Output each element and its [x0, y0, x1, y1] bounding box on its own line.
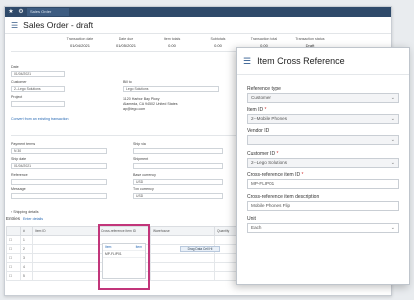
cross-reference-item-id-label: Cross-reference item ID * — [247, 172, 304, 178]
cross-reference-description-label: Cross-reference item description — [247, 194, 320, 200]
message-label: Message — [11, 187, 26, 191]
base-currency-field[interactable]: USD — [133, 179, 223, 185]
row-checkbox[interactable]: ☐ — [6, 253, 21, 263]
cross-reference-description-input[interactable]: Mobile Phones Flip — [247, 201, 399, 211]
vendor-id-select[interactable]: ⌄ — [247, 135, 399, 145]
column-header: # — [20, 226, 33, 236]
reference-field[interactable] — [11, 179, 107, 185]
item-id-select[interactable]: 2--Mobile Phones ⌄ — [247, 114, 399, 124]
customer-field[interactable]: 2--Lego Solutions — [11, 86, 65, 92]
payment-terms-label: Payment terms — [11, 142, 36, 146]
chevron-down-icon: ⌄ — [390, 160, 395, 166]
item-id-label: Item ID * — [247, 107, 267, 113]
page-header: ☰ Sales Order - draft — [5, 17, 391, 34]
chevron-down-icon: ⌄ — [390, 95, 395, 101]
ship-date-field[interactable]: 01/04/2021 — [11, 163, 107, 169]
reference-label: Reference — [11, 173, 28, 177]
ship-via-field[interactable] — [133, 148, 223, 154]
dialog-title: Item Cross Reference — [257, 56, 345, 66]
txn-currency-label: Txn currency — [133, 187, 154, 191]
shipping-details-label: Shipping details — [13, 210, 39, 214]
cross-reference-dropdown[interactable]: Item Item MP-FLIP01 — [102, 243, 146, 279]
vendor-id-label: Vendor ID — [247, 128, 270, 134]
unit-select[interactable]: Each ⌄ — [247, 223, 399, 233]
shipment-field[interactable] — [133, 163, 223, 169]
chevron-down-icon: ⌄ — [390, 116, 395, 122]
customer-id-select[interactable]: 2--Lego Solutions ⌄ — [247, 158, 399, 168]
chevron-down-icon: ⌄ — [390, 137, 395, 143]
txn-currency-field[interactable]: USD — [133, 193, 223, 199]
message-field[interactable] — [11, 193, 107, 199]
divider — [11, 135, 241, 136]
row-checkbox[interactable]: ☐ — [6, 271, 21, 281]
bill-to-field[interactable]: Lego Solutions — [123, 86, 219, 92]
row-checkbox[interactable]: ☐ — [6, 262, 21, 272]
dropdown-header: Item Item — [103, 244, 145, 251]
gear-icon[interactable]: ⚙ — [17, 8, 25, 16]
chevron-down-icon: ⌄ — [390, 225, 395, 231]
enter-details-link[interactable]: Enter details — [23, 217, 43, 221]
column-header[interactable]: Item ID — [32, 226, 99, 236]
row-checkbox[interactable]: ☐ — [6, 235, 21, 245]
convert-link[interactable]: Convert from an existing transaction — [11, 117, 69, 121]
column-header — [6, 226, 21, 236]
ship-via-label: Ship via — [133, 142, 146, 146]
date-label: Date — [11, 65, 19, 69]
stat-transaction-date: Transaction date 01/04/2021 — [66, 37, 94, 48]
page-title: Sales Order - draft — [23, 20, 94, 30]
cross-reference-item-id-input[interactable]: MP-FLIP01 — [247, 179, 399, 189]
base-currency-label: Base currency — [133, 173, 156, 177]
entries-title: Entries — [6, 216, 21, 221]
menu-icon[interactable]: ☰ — [11, 21, 18, 30]
row-checkbox[interactable]: ☐ — [6, 244, 21, 254]
screenshot: ★ ⚙ Sales Order ☰ Sales Order - draft Tr… — [0, 0, 414, 300]
shipment-label: Shipment — [133, 157, 149, 161]
dropdown-option[interactable]: MP-FLIP01 — [103, 251, 145, 258]
stat-subtotals: Subtotals 0.00 — [210, 37, 226, 48]
column-header[interactable]: Warehouse — [150, 226, 215, 236]
bill-to-address: 1120 Harbor Bay Pkwy Alameda, CA 94502 U… — [123, 97, 178, 111]
customer-label: Customer — [11, 80, 27, 84]
stat-item-totals: Item totals 0.00 — [163, 37, 181, 48]
customer-id-label: Customer ID * — [247, 151, 279, 157]
bill-to-label: Bill to — [123, 80, 132, 84]
stat-date-due: Date due 01/05/2021 — [115, 37, 137, 48]
payment-terms-field[interactable]: N 30 — [11, 148, 107, 154]
menu-icon[interactable]: ☰ — [243, 56, 251, 67]
drag-tooltip: Drag Data Cell Hi — [180, 246, 220, 252]
reference-type-select[interactable]: Customer ⌄ — [247, 93, 399, 103]
unit-label: Unit — [247, 216, 256, 222]
item-cross-reference-dialog: ☰ Item Cross Reference Reference type Cu… — [236, 47, 410, 285]
tab-sales-order[interactable]: Sales Order — [27, 8, 69, 16]
star-icon[interactable]: ★ — [7, 8, 15, 16]
shipping-details-toggle[interactable]: › Shipping details — [11, 210, 39, 214]
ship-date-label: Ship date — [11, 157, 27, 161]
project-label: Project — [11, 95, 23, 99]
top-bar: ★ ⚙ Sales Order — [5, 7, 391, 17]
summary-stats: Transaction date 01/04/2021 Date due 01/05… — [5, 34, 391, 48]
reference-type-label: Reference type — [247, 86, 281, 92]
project-field[interactable] — [11, 101, 65, 107]
date-field[interactable]: 01/04/2021 — [11, 71, 65, 77]
dialog-header: ☰ Item Cross Reference — [237, 48, 409, 75]
